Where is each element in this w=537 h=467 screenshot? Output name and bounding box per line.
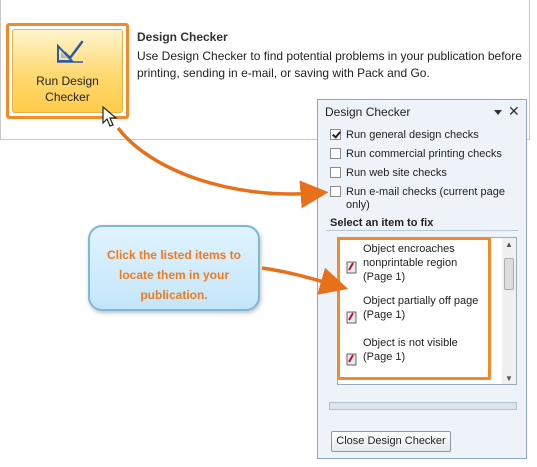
chevron-down-icon[interactable] xyxy=(493,107,503,117)
list-highlight xyxy=(337,237,491,380)
run-design-checker-button[interactable]: Run Design Checker xyxy=(12,29,123,113)
pane-title: Design Checker xyxy=(325,105,411,119)
scroll-up-icon[interactable]: ▲ xyxy=(505,240,513,249)
scroll-thumb[interactable] xyxy=(504,258,514,290)
info-title: Design Checker xyxy=(137,30,228,44)
section-label: Select an item to fix xyxy=(330,217,434,229)
check-label: Run web site checks xyxy=(346,167,447,179)
design-checker-pane: Design Checker ✕ Run general design chec… xyxy=(317,99,527,459)
progress-bar xyxy=(329,402,517,410)
close-design-checker-button[interactable]: Close Design Checker xyxy=(331,431,451,452)
check-label: Run general design checks xyxy=(346,129,479,141)
check-label: Run e-mail checks (current page only) xyxy=(346,186,505,211)
checkbox-commercial-printing[interactable] xyxy=(330,148,341,159)
instruction-callout: Click the listed items to locate them in… xyxy=(88,225,260,311)
checkbox-general-design[interactable] xyxy=(330,129,341,140)
section-divider xyxy=(326,230,518,231)
scroll-down-icon[interactable]: ▼ xyxy=(505,374,513,383)
info-description: Use Design Checker to find potential pro… xyxy=(137,49,522,80)
mouse-pointer-icon xyxy=(102,106,118,127)
callout-text: Click the listed items to locate them in… xyxy=(106,248,242,302)
list-scrollbar[interactable]: ▲ ▼ xyxy=(502,238,516,384)
design-checker-icon xyxy=(57,40,84,63)
run-button-label-line1: Run Design xyxy=(36,74,99,88)
check-label: Run commercial printing checks xyxy=(346,148,502,160)
checkbox-email[interactable] xyxy=(330,186,341,197)
run-button-label-line2: Checker xyxy=(45,90,90,104)
close-icon[interactable]: ✕ xyxy=(508,103,520,120)
checkbox-web-site[interactable] xyxy=(330,167,341,178)
